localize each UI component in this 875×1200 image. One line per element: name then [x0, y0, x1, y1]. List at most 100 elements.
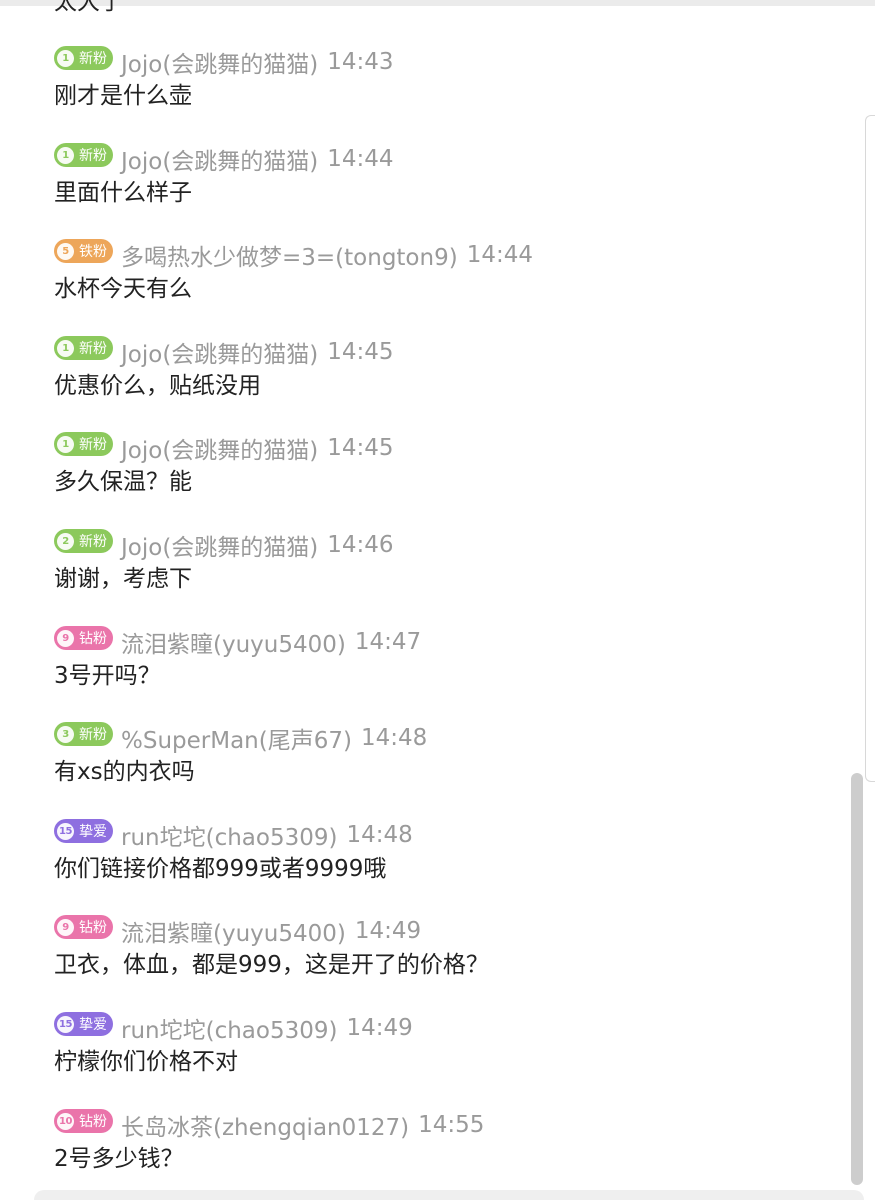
badge-level-number: 1 [57, 49, 74, 67]
message-header: 1 新粉 Jojo(会跳舞的猫猫) 14:45 [54, 335, 834, 369]
badge-label: 新粉 [79, 51, 107, 67]
username-link[interactable]: Jojo(会跳舞的猫猫) [121, 335, 318, 369]
fan-level-badge: 5 铁粉 [54, 239, 113, 263]
chat-message: 15 挚爱 run坨坨(chao5309) 14:49 柠檬你们价格不对 [54, 1011, 834, 1079]
chat-message: 9 钻粉 流泪紫瞳(yuyu5400) 14:47 3号开吗？ [54, 625, 834, 693]
message-text: 柠檬你们价格不对 [54, 1049, 238, 1075]
badge-label: 钻粉 [79, 1114, 107, 1130]
fan-level-badge: 2 新粉 [54, 529, 113, 553]
fan-level-badge: 15 挚爱 [54, 1012, 113, 1036]
input-bar-edge [34, 1190, 864, 1200]
message-timestamp: 14:44 [327, 146, 394, 172]
message-text: 2号多少钱？ [54, 1146, 184, 1172]
username-link[interactable]: 流泪紫瞳(yuyu5400) [121, 914, 346, 948]
fan-level-badge: 15 挚爱 [54, 819, 113, 843]
message-header: 2 新粉 Jojo(会跳舞的猫猫) 14:46 [54, 528, 834, 562]
badge-label: 挚爱 [79, 1017, 107, 1033]
chat-message: 1 新粉 Jojo(会跳舞的猫猫) 14:44 里面什么样子 [54, 142, 834, 210]
badge-label: 新粉 [79, 148, 107, 164]
message-header: 1 新粉 Jojo(会跳舞的猫猫) 14:45 [54, 431, 834, 465]
message-timestamp: 14:45 [327, 435, 394, 461]
username-link[interactable]: %SuperMan(尾声67) [121, 721, 352, 755]
chat-message: 2 新粉 Jojo(会跳舞的猫猫) 14:46 谢谢，考虑下 [54, 528, 834, 596]
username-link[interactable]: 流泪紫瞳(yuyu5400) [121, 625, 346, 659]
message-text: 刚才是什么壶 [54, 83, 192, 109]
badge-label: 新粉 [79, 437, 107, 453]
message-timestamp: 14:46 [327, 532, 394, 558]
message-timestamp: 14:47 [354, 629, 422, 655]
badge-level-number: 9 [57, 629, 74, 647]
fan-level-badge: 9 钻粉 [54, 626, 113, 650]
chat-message: 9 钻粉 流泪紫瞳(yuyu5400) 14:49 卫衣，体血，都是999，这是开了的价… [54, 914, 834, 982]
chat-message: 5 铁粉 多喝热水少做梦=3=(tongton9) 14:44 水杯今天有么 [54, 238, 834, 306]
badge-level-number: 1 [57, 146, 74, 164]
message-text: 谢谢，考虑下 [54, 566, 192, 592]
badge-level-number: 15 [57, 822, 74, 840]
chat-message: 10 钻粉 长岛冰茶(zhengqian0127) 14:55 2号多少钱？ [54, 1108, 834, 1176]
badge-level-number: 5 [57, 242, 74, 260]
badge-label: 钻粉 [79, 631, 107, 647]
badge-label: 钻粉 [79, 920, 107, 936]
message-text: 优惠价么，贴纸没用 [54, 373, 261, 399]
badge-level-number: 15 [57, 1015, 74, 1033]
chat-message: 1 新粉 Jojo(会跳舞的猫猫) 14:45 优惠价么，贴纸没用 [54, 335, 834, 403]
message-text: 卫衣，体血，都是999，这是开了的价格？ [54, 952, 489, 978]
message-timestamp: 14:55 [418, 1112, 485, 1138]
message-timestamp: 14:49 [354, 918, 422, 944]
fan-level-badge: 9 钻粉 [54, 915, 113, 939]
message-header: 9 钻粉 流泪紫瞳(yuyu5400) 14:47 [54, 625, 834, 659]
chat-page: 太大了 1 新粉 Jojo(会跳舞的猫猫) 14:43 刚才是什么壶 1 新粉 Jojo(会跳… [0, 0, 875, 1200]
username-link[interactable]: 长岛冰茶(zhengqian0127) [121, 1108, 409, 1142]
chat-message: 3 新粉 %SuperMan(尾声67) 14:48 有xs的内衣吗 [54, 721, 834, 789]
badge-level-number: 10 [57, 1112, 74, 1130]
message-header: 9 钻粉 流泪紫瞳(yuyu5400) 14:49 [54, 914, 834, 948]
message-header: 3 新粉 %SuperMan(尾声67) 14:48 [54, 721, 834, 755]
fan-level-badge: 10 钻粉 [54, 1109, 113, 1133]
username-link[interactable]: run坨坨(chao5309) [121, 818, 337, 852]
side-panel-edge [865, 115, 875, 782]
badge-label: 新粉 [79, 727, 107, 743]
message-text: 你们链接价格都999或者9999哦 [54, 856, 387, 882]
username-link[interactable]: 多喝热水少做梦=3=(tongton9) [121, 238, 458, 272]
badge-level-number: 3 [57, 725, 74, 743]
message-text: 多久保温？能 [54, 469, 192, 495]
message-timestamp: 14:44 [466, 242, 533, 268]
badge-level-number: 2 [57, 532, 74, 550]
username-link[interactable]: run坨坨(chao5309) [121, 1011, 337, 1045]
top-strip [0, 0, 875, 6]
fan-level-badge: 1 新粉 [54, 336, 113, 360]
fan-level-badge: 1 新粉 [54, 143, 113, 167]
badge-level-number: 1 [57, 435, 74, 453]
message-text: 里面什么样子 [54, 180, 192, 206]
message-header: 5 铁粉 多喝热水少做梦=3=(tongton9) 14:44 [54, 238, 834, 272]
badge-level-number: 9 [57, 918, 74, 936]
chat-message: 1 新粉 Jojo(会跳舞的猫猫) 14:43 刚才是什么壶 [54, 45, 834, 113]
message-text: 3号开吗？ [54, 663, 161, 689]
fan-level-badge: 1 新粉 [54, 46, 113, 70]
message-text: 水杯今天有么 [54, 276, 192, 302]
badge-label: 新粉 [79, 341, 107, 357]
message-text: 有xs的内衣吗 [54, 759, 195, 785]
badge-label: 新粉 [79, 534, 107, 550]
badge-label: 铁粉 [79, 244, 107, 260]
username-link[interactable]: Jojo(会跳舞的猫猫) [121, 45, 318, 79]
chat-message: 1 新粉 Jojo(会跳舞的猫猫) 14:45 多久保温？能 [54, 431, 834, 499]
message-timestamp: 14:43 [327, 49, 394, 75]
username-link[interactable]: Jojo(会跳舞的猫猫) [121, 142, 318, 176]
message-timestamp: 14:48 [346, 822, 413, 848]
badge-label: 挚爱 [79, 824, 107, 840]
fan-level-badge: 1 新粉 [54, 432, 113, 456]
fan-level-badge: 3 新粉 [54, 722, 113, 746]
message-header: 1 新粉 Jojo(会跳舞的猫猫) 14:44 [54, 142, 834, 176]
username-link[interactable]: Jojo(会跳舞的猫猫) [121, 528, 318, 562]
username-link[interactable]: Jojo(会跳舞的猫猫) [121, 431, 318, 465]
message-header: 1 新粉 Jojo(会跳舞的猫猫) 14:43 [54, 45, 834, 79]
message-timestamp: 14:49 [346, 1015, 413, 1041]
message-header: 15 挚爱 run坨坨(chao5309) 14:48 [54, 818, 834, 852]
cut-off-message-text: 太大了 [54, 0, 123, 15]
scrollbar-thumb[interactable] [851, 773, 863, 1185]
message-header: 15 挚爱 run坨坨(chao5309) 14:49 [54, 1011, 834, 1045]
message-header: 10 钻粉 长岛冰茶(zhengqian0127) 14:55 [54, 1108, 834, 1142]
message-timestamp: 14:48 [360, 725, 428, 751]
badge-level-number: 1 [57, 339, 74, 357]
